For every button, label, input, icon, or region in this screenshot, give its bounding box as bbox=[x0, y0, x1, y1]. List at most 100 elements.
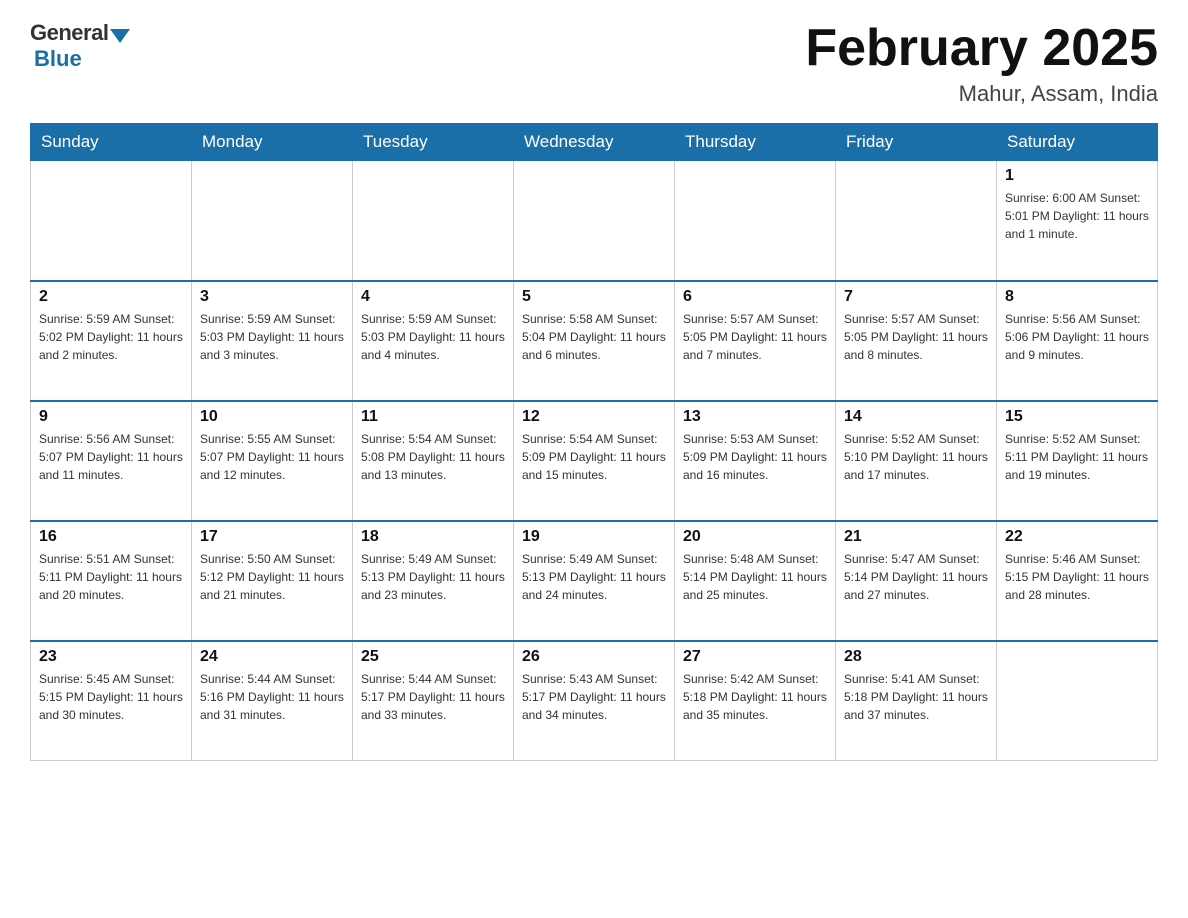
day-info: Sunrise: 5:45 AM Sunset: 5:15 PM Dayligh… bbox=[39, 670, 183, 724]
weekday-header-friday: Friday bbox=[836, 124, 997, 161]
day-info: Sunrise: 5:48 AM Sunset: 5:14 PM Dayligh… bbox=[683, 550, 827, 604]
day-number: 27 bbox=[683, 648, 827, 666]
day-info: Sunrise: 6:00 AM Sunset: 5:01 PM Dayligh… bbox=[1005, 189, 1149, 243]
day-info: Sunrise: 5:52 AM Sunset: 5:10 PM Dayligh… bbox=[844, 430, 988, 484]
day-info: Sunrise: 5:50 AM Sunset: 5:12 PM Dayligh… bbox=[200, 550, 344, 604]
weekday-header-thursday: Thursday bbox=[675, 124, 836, 161]
calendar-cell: 1 Sunrise: 6:00 AM Sunset: 5:01 PM Daylig… bbox=[997, 161, 1158, 281]
calendar-cell: 22Sunrise: 5:46 AM Sunset: 5:15 PM Dayli… bbox=[997, 521, 1158, 641]
day-number: 2 bbox=[39, 288, 183, 306]
day-info: Sunrise: 5:52 AM Sunset: 5:11 PM Dayligh… bbox=[1005, 430, 1149, 484]
day-number: 15 bbox=[1005, 408, 1149, 426]
day-info: Sunrise: 5:56 AM Sunset: 5:07 PM Dayligh… bbox=[39, 430, 183, 484]
day-number: 10 bbox=[200, 408, 344, 426]
day-info: Sunrise: 5:43 AM Sunset: 5:17 PM Dayligh… bbox=[522, 670, 666, 724]
calendar-week-row: 2 Sunrise: 5:59 AM Sunset: 5:02 PM Daylig… bbox=[31, 281, 1158, 401]
day-number: 4 bbox=[361, 288, 505, 306]
weekday-header-wednesday: Wednesday bbox=[514, 124, 675, 161]
calendar-cell bbox=[31, 161, 192, 281]
day-number: 24 bbox=[200, 648, 344, 666]
day-number: 23 bbox=[39, 648, 183, 666]
calendar-cell: 3Sunrise: 5:59 AM Sunset: 5:03 PM Daylig… bbox=[192, 281, 353, 401]
day-info: Sunrise: 5:49 AM Sunset: 5:13 PM Dayligh… bbox=[361, 550, 505, 604]
logo-blue-text: Blue bbox=[34, 46, 82, 72]
day-number: 9 bbox=[39, 408, 183, 426]
day-number: 7 bbox=[844, 288, 988, 306]
weekday-header-saturday: Saturday bbox=[997, 124, 1158, 161]
calendar-cell: 6Sunrise: 5:57 AM Sunset: 5:05 PM Daylig… bbox=[675, 281, 836, 401]
location-title: Mahur, Assam, India bbox=[805, 81, 1158, 107]
calendar-cell: 5 Sunrise: 5:58 AM Sunset: 5:04 PM Daylig… bbox=[514, 281, 675, 401]
day-number: 11 bbox=[361, 408, 505, 426]
day-number: 14 bbox=[844, 408, 988, 426]
weekday-header-monday: Monday bbox=[192, 124, 353, 161]
day-number: 26 bbox=[522, 648, 666, 666]
calendar-cell: 24 Sunrise: 5:44 AM Sunset: 5:16 PM Dayli… bbox=[192, 641, 353, 761]
calendar-cell bbox=[353, 161, 514, 281]
day-number: 12 bbox=[522, 408, 666, 426]
calendar-cell: 2 Sunrise: 5:59 AM Sunset: 5:02 PM Daylig… bbox=[31, 281, 192, 401]
calendar-cell: 28 Sunrise: 5:41 AM Sunset: 5:18 PM Dayli… bbox=[836, 641, 997, 761]
calendar-cell: 25 Sunrise: 5:44 AM Sunset: 5:17 PM Dayli… bbox=[353, 641, 514, 761]
day-info: Sunrise: 5:53 AM Sunset: 5:09 PM Dayligh… bbox=[683, 430, 827, 484]
calendar-cell: 8 Sunrise: 5:56 AM Sunset: 5:06 PM Daylig… bbox=[997, 281, 1158, 401]
calendar-cell: 21 Sunrise: 5:47 AM Sunset: 5:14 PM Dayli… bbox=[836, 521, 997, 641]
weekday-header-row: SundayMondayTuesdayWednesdayThursdayFrid… bbox=[31, 124, 1158, 161]
calendar-week-row: 1 Sunrise: 6:00 AM Sunset: 5:01 PM Daylig… bbox=[31, 161, 1158, 281]
day-number: 25 bbox=[361, 648, 505, 666]
weekday-header-sunday: Sunday bbox=[31, 124, 192, 161]
calendar-cell: 27 Sunrise: 5:42 AM Sunset: 5:18 PM Dayli… bbox=[675, 641, 836, 761]
day-number: 18 bbox=[361, 528, 505, 546]
day-number: 20 bbox=[683, 528, 827, 546]
calendar-cell bbox=[836, 161, 997, 281]
calendar-cell bbox=[997, 641, 1158, 761]
month-title: February 2025 bbox=[805, 20, 1158, 77]
logo-general-text: General bbox=[30, 20, 108, 46]
calendar-cell: 23 Sunrise: 5:45 AM Sunset: 5:15 PM Dayli… bbox=[31, 641, 192, 761]
calendar-week-row: 16Sunrise: 5:51 AM Sunset: 5:11 PM Dayli… bbox=[31, 521, 1158, 641]
day-info: Sunrise: 5:44 AM Sunset: 5:16 PM Dayligh… bbox=[200, 670, 344, 724]
calendar-cell: 13 Sunrise: 5:53 AM Sunset: 5:09 PM Dayli… bbox=[675, 401, 836, 521]
day-number: 5 bbox=[522, 288, 666, 306]
calendar-cell: 12 Sunrise: 5:54 AM Sunset: 5:09 PM Dayli… bbox=[514, 401, 675, 521]
day-number: 19 bbox=[522, 528, 666, 546]
calendar-week-row: 23 Sunrise: 5:45 AM Sunset: 5:15 PM Dayli… bbox=[31, 641, 1158, 761]
title-section: February 2025 Mahur, Assam, India bbox=[805, 20, 1158, 107]
day-number: 13 bbox=[683, 408, 827, 426]
day-info: Sunrise: 5:58 AM Sunset: 5:04 PM Dayligh… bbox=[522, 310, 666, 364]
calendar-cell: 14 Sunrise: 5:52 AM Sunset: 5:10 PM Dayli… bbox=[836, 401, 997, 521]
day-info: Sunrise: 5:47 AM Sunset: 5:14 PM Dayligh… bbox=[844, 550, 988, 604]
day-info: Sunrise: 5:46 AM Sunset: 5:15 PM Dayligh… bbox=[1005, 550, 1149, 604]
day-info: Sunrise: 5:54 AM Sunset: 5:08 PM Dayligh… bbox=[361, 430, 505, 484]
day-info: Sunrise: 5:56 AM Sunset: 5:06 PM Dayligh… bbox=[1005, 310, 1149, 364]
calendar-cell: 17Sunrise: 5:50 AM Sunset: 5:12 PM Dayli… bbox=[192, 521, 353, 641]
day-info: Sunrise: 5:41 AM Sunset: 5:18 PM Dayligh… bbox=[844, 670, 988, 724]
day-number: 3 bbox=[200, 288, 344, 306]
day-info: Sunrise: 5:51 AM Sunset: 5:11 PM Dayligh… bbox=[39, 550, 183, 604]
calendar-cell: 19 Sunrise: 5:49 AM Sunset: 5:13 PM Dayli… bbox=[514, 521, 675, 641]
day-info: Sunrise: 5:44 AM Sunset: 5:17 PM Dayligh… bbox=[361, 670, 505, 724]
day-number: 28 bbox=[844, 648, 988, 666]
calendar-week-row: 9 Sunrise: 5:56 AM Sunset: 5:07 PM Daylig… bbox=[31, 401, 1158, 521]
calendar-cell: 4 Sunrise: 5:59 AM Sunset: 5:03 PM Daylig… bbox=[353, 281, 514, 401]
day-info: Sunrise: 5:42 AM Sunset: 5:18 PM Dayligh… bbox=[683, 670, 827, 724]
day-number: 21 bbox=[844, 528, 988, 546]
day-info: Sunrise: 5:59 AM Sunset: 5:03 PM Dayligh… bbox=[361, 310, 505, 364]
calendar-cell: 26 Sunrise: 5:43 AM Sunset: 5:17 PM Dayli… bbox=[514, 641, 675, 761]
calendar-cell bbox=[675, 161, 836, 281]
logo: General Blue bbox=[30, 20, 130, 72]
calendar-cell: 15 Sunrise: 5:52 AM Sunset: 5:11 PM Dayli… bbox=[997, 401, 1158, 521]
calendar-cell: 16Sunrise: 5:51 AM Sunset: 5:11 PM Dayli… bbox=[31, 521, 192, 641]
day-info: Sunrise: 5:59 AM Sunset: 5:02 PM Dayligh… bbox=[39, 310, 183, 364]
calendar-cell: 10Sunrise: 5:55 AM Sunset: 5:07 PM Dayli… bbox=[192, 401, 353, 521]
calendar-cell: 20 Sunrise: 5:48 AM Sunset: 5:14 PM Dayli… bbox=[675, 521, 836, 641]
day-number: 1 bbox=[1005, 167, 1149, 185]
day-info: Sunrise: 5:54 AM Sunset: 5:09 PM Dayligh… bbox=[522, 430, 666, 484]
calendar-cell: 9 Sunrise: 5:56 AM Sunset: 5:07 PM Daylig… bbox=[31, 401, 192, 521]
day-info: Sunrise: 5:49 AM Sunset: 5:13 PM Dayligh… bbox=[522, 550, 666, 604]
calendar-cell bbox=[192, 161, 353, 281]
page-header: General Blue February 2025 Mahur, Assam,… bbox=[30, 20, 1158, 107]
day-number: 8 bbox=[1005, 288, 1149, 306]
calendar-cell: 18 Sunrise: 5:49 AM Sunset: 5:13 PM Dayli… bbox=[353, 521, 514, 641]
logo-arrow-icon bbox=[110, 29, 130, 43]
